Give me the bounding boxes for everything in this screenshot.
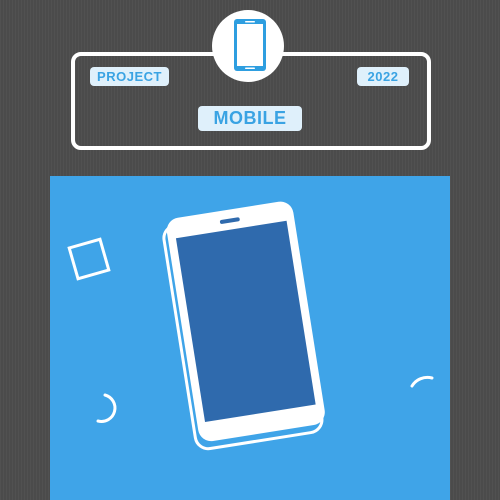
phone-badge <box>212 10 284 82</box>
arc-shape-right <box>410 375 434 388</box>
smartphone-illustration <box>162 201 325 451</box>
hero-panel <box>50 176 450 500</box>
smartphone-icon <box>234 19 266 71</box>
project-tag: PROJECT <box>90 67 169 86</box>
arc-shape-left <box>96 393 117 423</box>
year-tag: 2022 <box>357 67 409 86</box>
square-outline-shape <box>67 237 111 281</box>
page-title: MOBILE <box>198 106 302 131</box>
hero-illustration <box>67 201 434 451</box>
